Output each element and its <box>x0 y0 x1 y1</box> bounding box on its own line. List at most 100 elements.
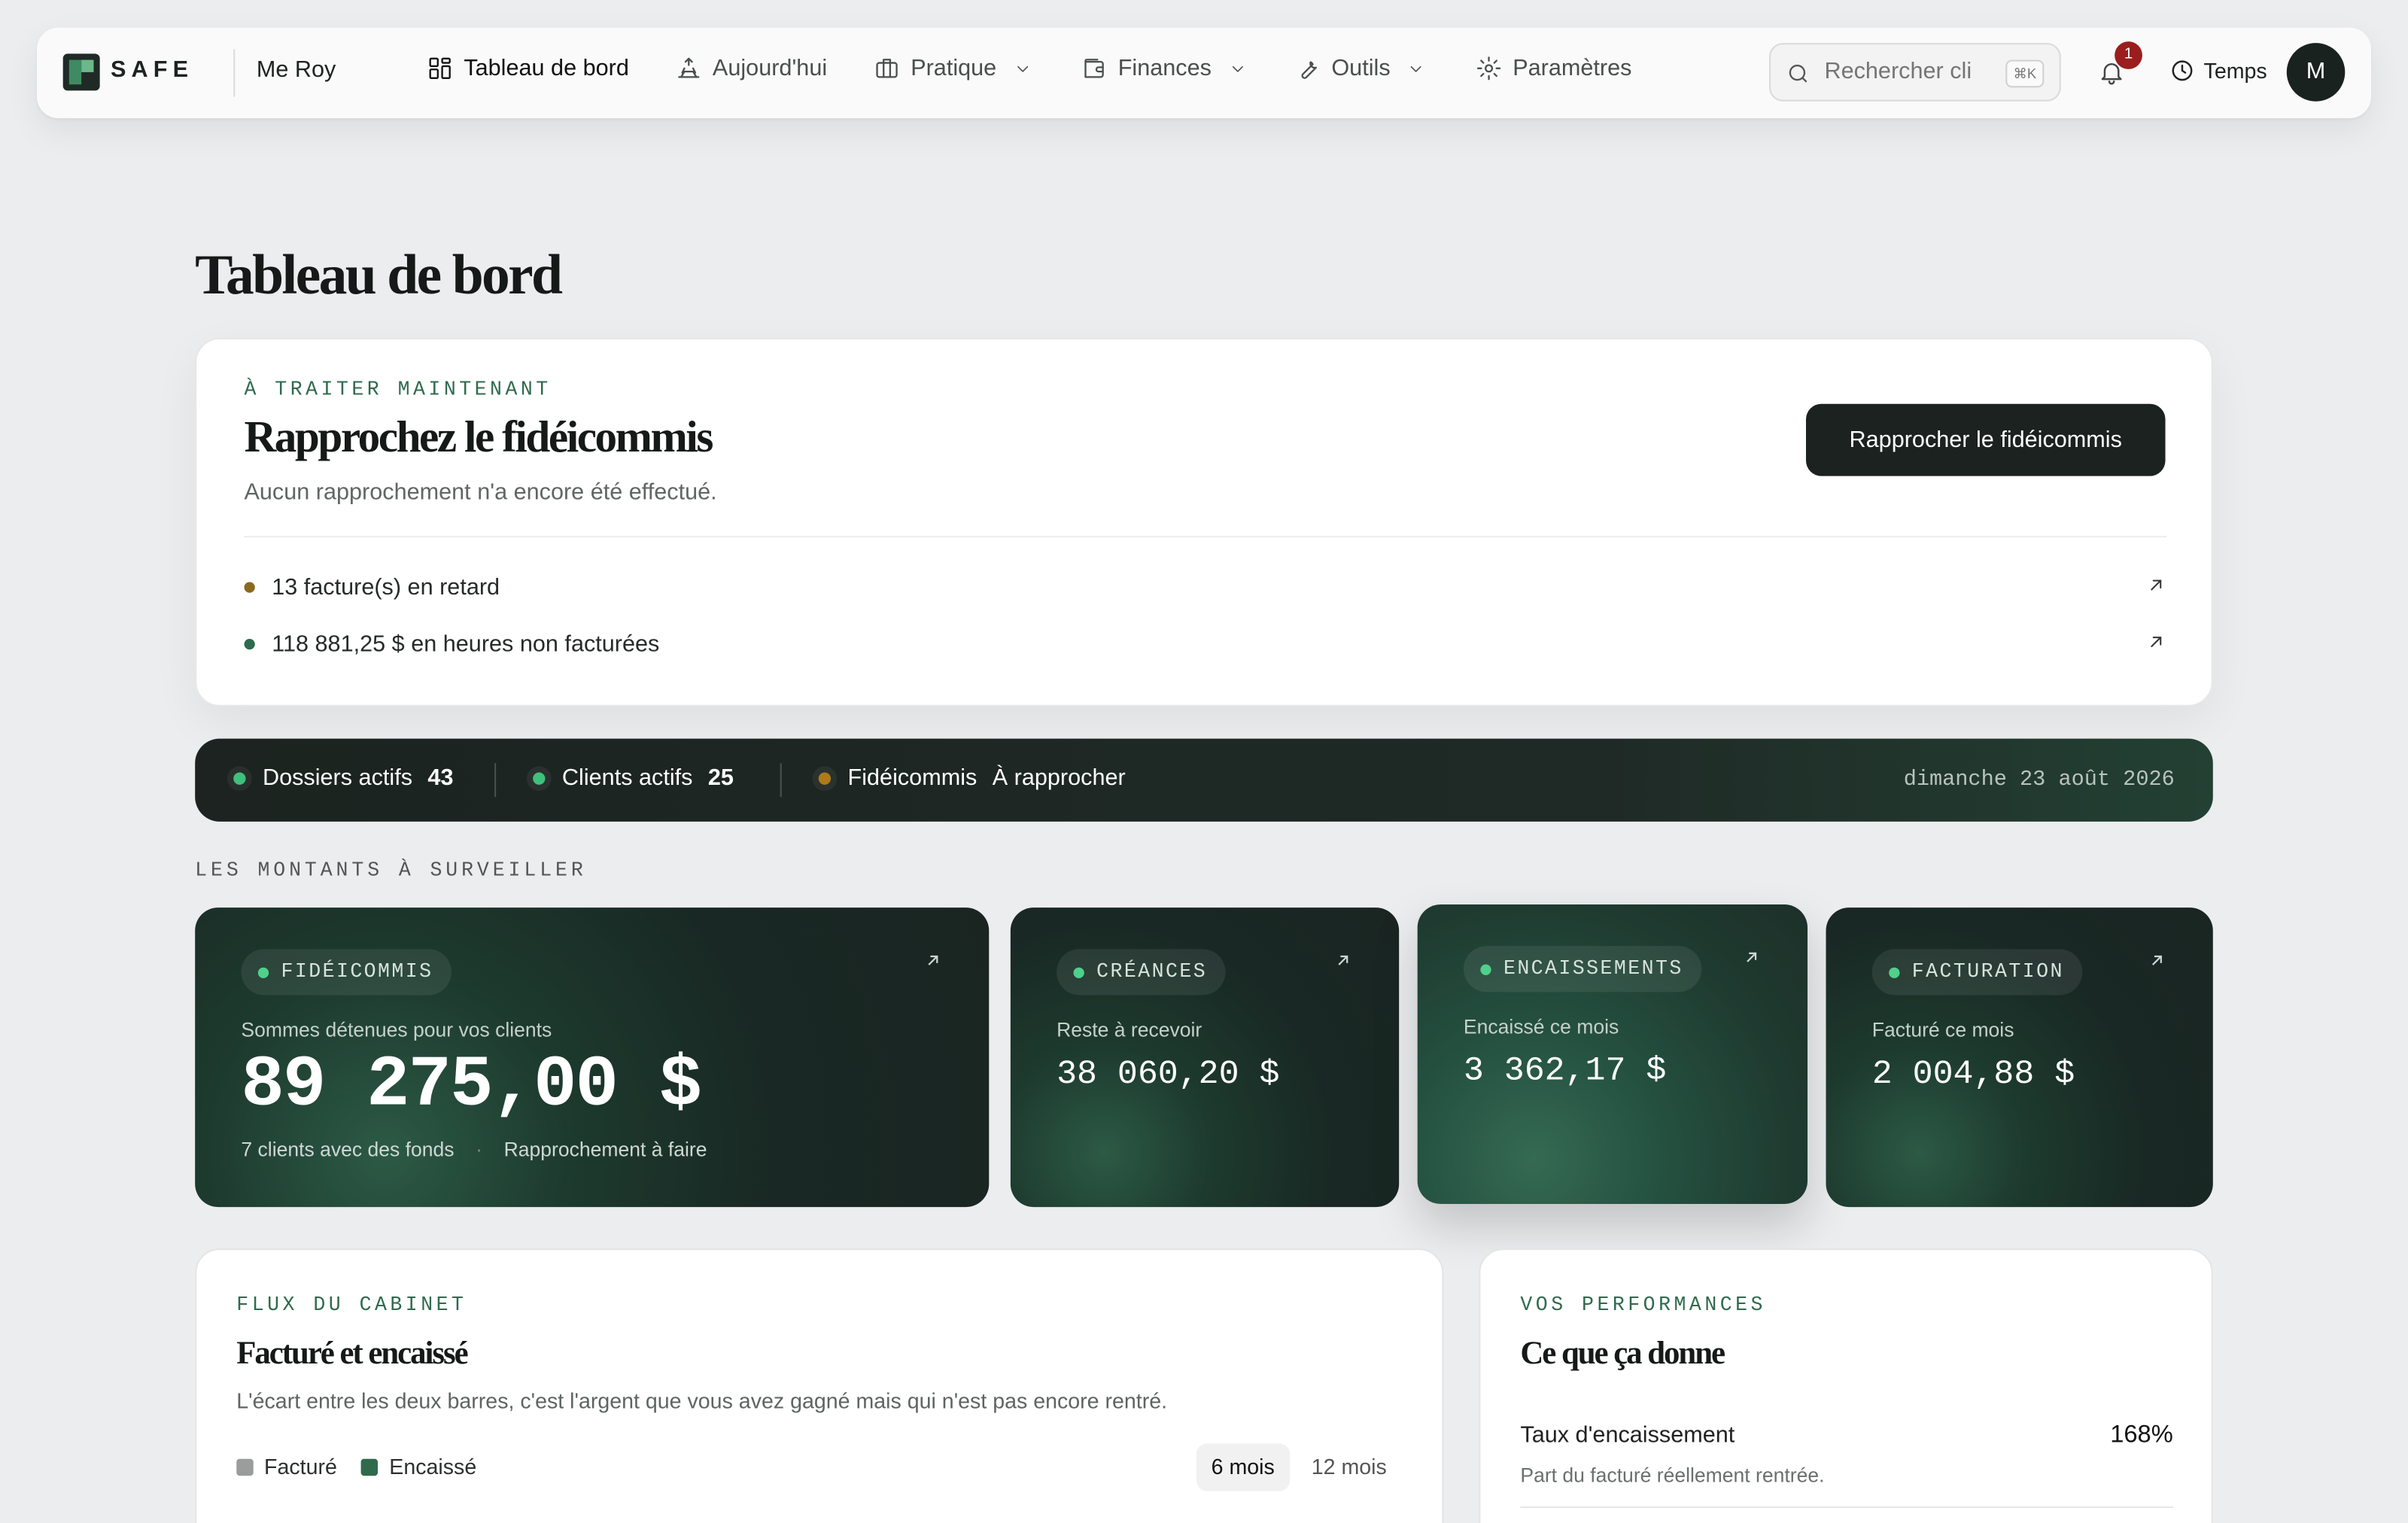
grid-icon <box>429 57 451 79</box>
arrow-up-right-icon[interactable] <box>2145 574 2167 596</box>
section-label: Les montants à surveiller <box>195 858 587 882</box>
metric-label: Sommes détenues pour vos clients <box>241 1018 552 1041</box>
legend-item-collected: Encaissé <box>361 1454 477 1479</box>
nav-item-finances[interactable]: Finances <box>1081 55 1247 81</box>
stat-value: 25 <box>707 765 734 792</box>
range-12-months[interactable]: 12 mois <box>1296 1443 1402 1491</box>
status-dot <box>233 771 246 784</box>
legend-item-billed: Facturé <box>236 1455 337 1479</box>
legend-swatch <box>361 1458 379 1476</box>
arrow-up-right-icon[interactable] <box>923 950 944 971</box>
nav-item-outils[interactable]: Outils <box>1294 55 1425 81</box>
metric-card-receivables[interactable]: Créances Reste à recevoir 38 060,20 $ <box>1010 907 1400 1208</box>
chevron-down-icon <box>1017 65 1028 71</box>
timer-label: Temps <box>2203 58 2267 84</box>
current-date: dimanche 23 août 2026 <box>1903 768 2175 793</box>
search-input[interactable] <box>1824 58 1972 85</box>
panel-title: Ce que ça donne <box>1520 1334 1725 1372</box>
metric-card-collections[interactable]: Encaissements Encaissé ce mois 3 362,17 … <box>1417 904 1808 1204</box>
top-nav: SAFE Me Roy Tableau de bord Aujourd'hui … <box>36 27 2371 119</box>
search-icon <box>1789 64 1808 83</box>
overdue-invoices-row[interactable]: 13 facture(s) en retard <box>244 570 2166 603</box>
search-box[interactable]: ⌘K <box>1769 43 2061 102</box>
chevron-down-icon <box>1411 65 1422 71</box>
range-toggle: 6 mois 12 mois <box>1196 1443 1402 1491</box>
panel-title: Facturé et encaissé <box>236 1334 468 1372</box>
metric-tag: Facturation <box>1871 949 2083 996</box>
divider <box>1520 1506 2173 1509</box>
avatar[interactable]: M <box>2286 43 2346 102</box>
divider <box>244 536 2167 538</box>
stat-label: Clients actifs <box>561 765 693 792</box>
nav-item-aujourdhui[interactable]: Aujourd'hui <box>676 55 827 81</box>
range-6-months[interactable]: 6 mois <box>1196 1443 1291 1491</box>
perf-value: 168% <box>2110 1421 2173 1449</box>
metric-footer: 7 clients avec des fonds · Rapprochement… <box>241 1138 707 1161</box>
metric-footer-clients: 7 clients avec des fonds <box>241 1138 455 1161</box>
metric-label: Encaissé ce mois <box>1463 1014 1619 1038</box>
wrench-icon <box>1301 61 1318 79</box>
nav-item-label: Finances <box>1117 55 1212 82</box>
timer-button[interactable]: Temps <box>2170 58 2267 84</box>
stat-label: Dossiers actifs <box>262 765 413 792</box>
stat-value: 43 <box>427 765 454 792</box>
brand-name: SAFE <box>110 56 194 84</box>
notification-badge: 1 <box>2115 41 2142 69</box>
cash-flow-panel: Flux du cabinet Facturé et encaissé L'éc… <box>195 1248 1444 1523</box>
metric-tag: Créances <box>1057 949 1226 996</box>
panel-eyebrow: Vos performances <box>1520 1293 1766 1316</box>
status-dot <box>533 771 546 784</box>
status-bar: Dossiers actifs 43 Clients actifs 25 Fid… <box>195 738 2213 822</box>
metric-footer-status: Rapprochement à faire <box>503 1138 707 1161</box>
arrow-up-right-icon[interactable] <box>1741 947 1762 968</box>
action-eyebrow: À traiter maintenant <box>244 378 552 401</box>
perf-label: Taux d'encaissement <box>1520 1421 1735 1449</box>
stat-trust: Fidéicommis À rapprocher <box>818 765 1126 792</box>
metric-label: Facturé ce mois <box>1871 1018 2014 1041</box>
wallet-icon <box>1084 59 1104 78</box>
unbilled-hours-row[interactable]: 118 881,25 $ en heures non facturées <box>244 627 2166 661</box>
search-shortcut: ⌘K <box>2005 59 2045 88</box>
collection-rate-row: Taux d'encaissement 168% Part du facturé… <box>1520 1421 2173 1509</box>
panel-eyebrow: Flux du cabinet <box>236 1293 467 1316</box>
perf-description: Part du facturé réellement rentrée. <box>1520 1463 1825 1487</box>
legend-label: Encaissé <box>389 1454 477 1479</box>
arrow-up-right-icon[interactable] <box>1333 950 1353 971</box>
legend-label: Facturé <box>264 1454 337 1479</box>
metric-card-billing[interactable]: Facturation Facturé ce mois 2 004,88 $ <box>1826 907 2213 1208</box>
nav-item-tableau-de-bord[interactable]: Tableau de bord <box>427 55 629 81</box>
metric-value: 3 362,17 $ <box>1463 1051 1667 1090</box>
stat-active-files: Dossiers actifs 43 <box>233 765 453 791</box>
stat-label: Fidéicommis <box>847 765 977 792</box>
dashboard-page: SAFE Me Roy Tableau de bord Aujourd'hui … <box>0 0 2408 1523</box>
status-dot <box>244 581 255 592</box>
metric-label: Reste à recevoir <box>1057 1018 1202 1041</box>
metric-footer-separator: · <box>476 1138 483 1161</box>
panel-description: L'écart entre les deux barres, c'est l'a… <box>236 1388 1168 1413</box>
chevron-down-icon <box>1232 65 1243 71</box>
nav-item-parametres[interactable]: Paramètres <box>1476 55 1631 81</box>
safe-logo-icon[interactable] <box>62 53 100 91</box>
todo-item-label: 13 facture(s) en retard <box>272 573 500 600</box>
nav-item-pratique[interactable]: Pratique <box>874 55 1032 81</box>
stat-separator <box>780 763 782 798</box>
sunrise-icon <box>678 57 700 78</box>
todo-item-label: 118 881,25 $ en heures non facturées <box>272 630 660 657</box>
nav-item-label: Paramètres <box>1513 55 1632 82</box>
metric-tag: Encaissements <box>1463 946 1702 993</box>
performance-panel: Vos performances Ce que ça donne Taux d'… <box>1479 1248 2213 1523</box>
firm-name[interactable]: Me Roy <box>257 57 336 84</box>
action-subtitle: Aucun rapprochement n'a encore été effec… <box>244 479 717 506</box>
arrow-up-right-icon[interactable] <box>2145 631 2167 653</box>
chart-legend: Facturé Encaissé <box>236 1455 476 1479</box>
metric-tag: Fidéicommis <box>241 949 452 996</box>
metric-card-trust[interactable]: Fidéicommis Sommes détenues pour vos cli… <box>195 907 990 1208</box>
nav-item-label: Aujourd'hui <box>712 55 828 82</box>
status-dot <box>244 637 255 649</box>
nav-divider <box>233 49 236 97</box>
reconcile-trust-button[interactable]: Rapprocher le fidéicommis <box>1805 403 2166 476</box>
action-card: À traiter maintenant Rapprochez le fidéi… <box>195 337 2213 707</box>
arrow-up-right-icon[interactable] <box>2147 950 2167 971</box>
legend-swatch <box>236 1458 254 1476</box>
status-dot <box>818 771 832 784</box>
